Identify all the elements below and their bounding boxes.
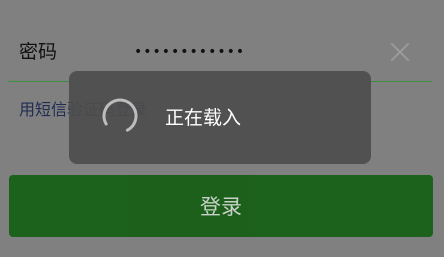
login-page: 密码 用短信验证码登录 登录 正在载入 xyxy=(0,0,444,257)
login-button[interactable]: 登录 xyxy=(9,175,433,237)
loading-toast: 正在载入 xyxy=(69,71,371,164)
loading-text: 正在载入 xyxy=(165,107,242,129)
password-field[interactable] xyxy=(134,38,364,66)
password-label: 密码 xyxy=(19,41,58,63)
password-row: 密码 xyxy=(0,0,444,82)
loading-spinner-icon xyxy=(100,96,140,136)
close-icon[interactable] xyxy=(388,40,412,64)
